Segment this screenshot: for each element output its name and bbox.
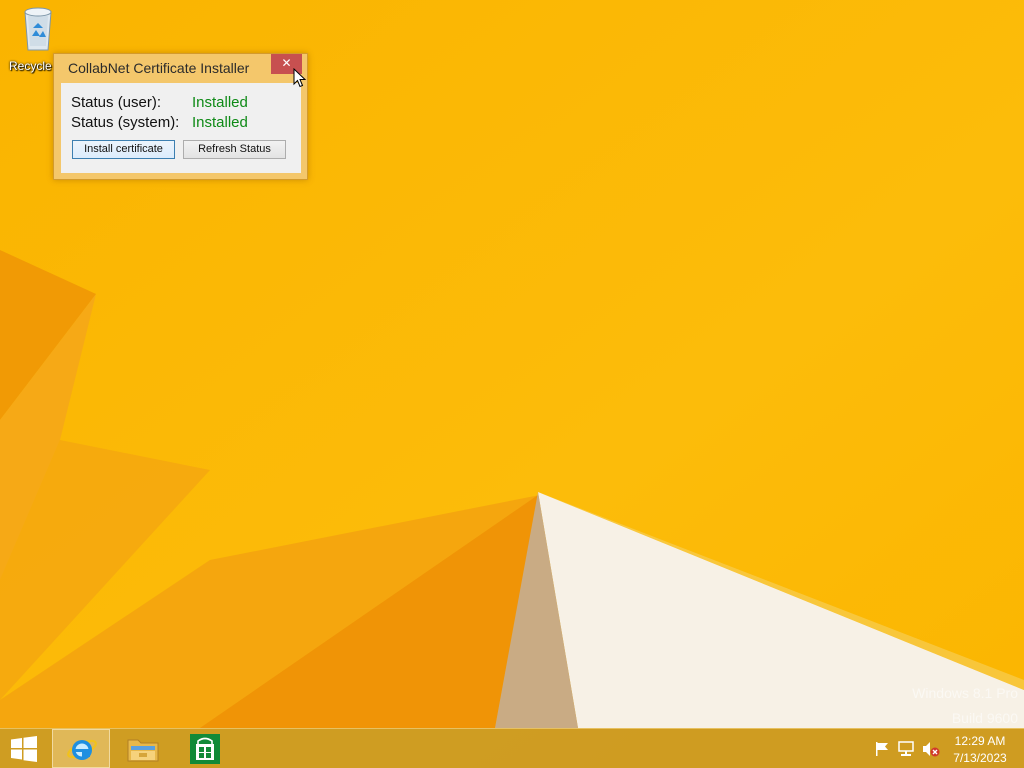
- install-certificate-button[interactable]: Install certificate: [72, 140, 175, 159]
- close-icon: ✕: [281, 56, 292, 70]
- status-system-value: Installed: [192, 114, 248, 131]
- clock-date: 7/13/2023: [953, 751, 1007, 765]
- taskbar-store[interactable]: [176, 729, 234, 768]
- refresh-status-button[interactable]: Refresh Status: [183, 140, 286, 159]
- recycle-bin-icon: [24, 7, 52, 51]
- clock-time: 12:29 AM: [954, 734, 1006, 748]
- status-user-label: Status (user):: [71, 94, 162, 111]
- status-system-label: Status (system):: [71, 114, 180, 131]
- taskbar-file-explorer[interactable]: [114, 729, 172, 768]
- window-client-area: Status (user): Installed Status (system)…: [61, 83, 301, 173]
- start-button[interactable]: [0, 729, 48, 768]
- recycle-bin-label: Recycle: [9, 59, 52, 73]
- store-icon: [190, 734, 220, 764]
- network-icon[interactable]: [898, 741, 914, 757]
- clock[interactable]: 12:29 AM 7/13/2023: [944, 729, 1016, 768]
- certificate-installer-window[interactable]: CollabNet Certificate Installer ✕ Status…: [53, 53, 308, 180]
- taskbar-internet-explorer[interactable]: [52, 729, 110, 768]
- mouse-cursor-icon: [293, 68, 307, 88]
- watermark-edition: Windows 8.1 Pro: [912, 685, 1018, 701]
- action-center-flag-icon[interactable]: [874, 741, 890, 757]
- window-title: CollabNet Certificate Installer: [68, 60, 250, 76]
- watermark-build: Build 9600: [951, 710, 1018, 726]
- desktop[interactable]: Recycle CollabNet Certificate Installer …: [0, 0, 1024, 768]
- folder-icon: [127, 739, 159, 762]
- internet-explorer-icon: [67, 739, 97, 760]
- windows-logo-icon: [11, 736, 37, 762]
- volume-muted-icon[interactable]: [922, 741, 940, 757]
- status-user-value: Installed: [192, 94, 248, 111]
- taskbar: 12:29 AM 7/13/2023: [0, 728, 1024, 768]
